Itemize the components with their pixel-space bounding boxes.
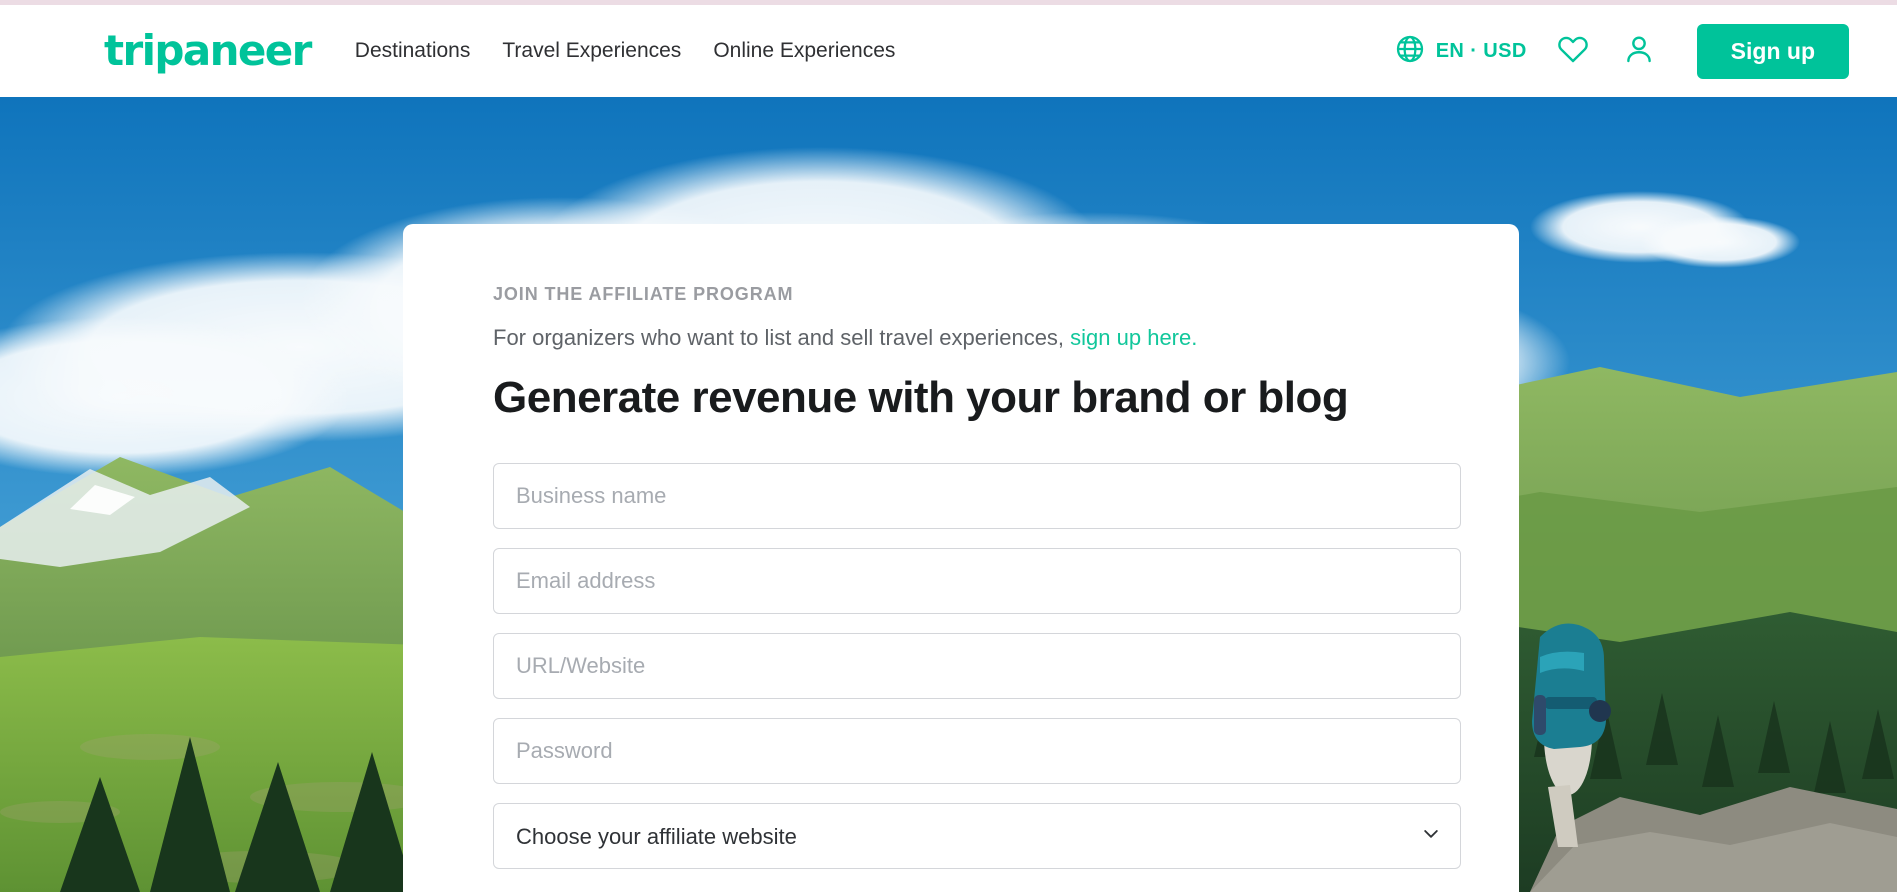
page-title: Generate revenue with your brand or blog [493,373,1349,422]
email-address-input[interactable] [493,548,1461,614]
card-eyebrow: JOIN THE AFFILIATE PROGRAM [493,284,794,304]
heart-icon [1556,32,1590,71]
language-currency-label: EN · USD [1435,39,1527,62]
main-navigation: Destinations Travel Experiences Online E… [355,39,896,63]
site-header: tripaneer Destinations Travel Experience… [0,5,1897,97]
language-currency-selector[interactable]: EN · USD [1394,33,1527,70]
globe-icon [1394,33,1426,70]
nav-item-travel-experiences[interactable]: Travel Experiences [502,39,681,63]
card-subtitle: For organizers who want to list and sell… [493,325,1429,351]
wishlist-button[interactable] [1553,31,1593,71]
affiliate-website-select[interactable]: Choose your affiliate website [493,803,1461,869]
affiliate-website-select-wrapper: Choose your affiliate website [493,803,1461,869]
affiliate-signup-card: JOIN THE AFFILIATE PROGRAM For organizer… [403,224,1519,892]
header-actions: EN · USD Sign up [1394,23,1849,79]
account-button[interactable] [1619,31,1659,71]
business-name-input[interactable] [493,463,1461,529]
affiliate-signup-form: Choose your affiliate website [493,463,1461,869]
nav-item-destinations[interactable]: Destinations [355,39,471,63]
nav-item-online-experiences[interactable]: Online Experiences [713,39,895,63]
url-website-input[interactable] [493,633,1461,699]
organizer-sign-up-link[interactable]: sign up here. [1070,325,1197,350]
user-icon [1622,32,1656,71]
tripaneer-logo[interactable]: tripaneer [104,30,312,72]
card-subtitle-text: For organizers who want to list and sell… [493,325,1071,350]
hero-section: JOIN THE AFFILIATE PROGRAM For organizer… [0,97,1897,892]
sign-up-button[interactable]: Sign up [1696,23,1849,79]
password-input[interactable] [493,718,1461,784]
